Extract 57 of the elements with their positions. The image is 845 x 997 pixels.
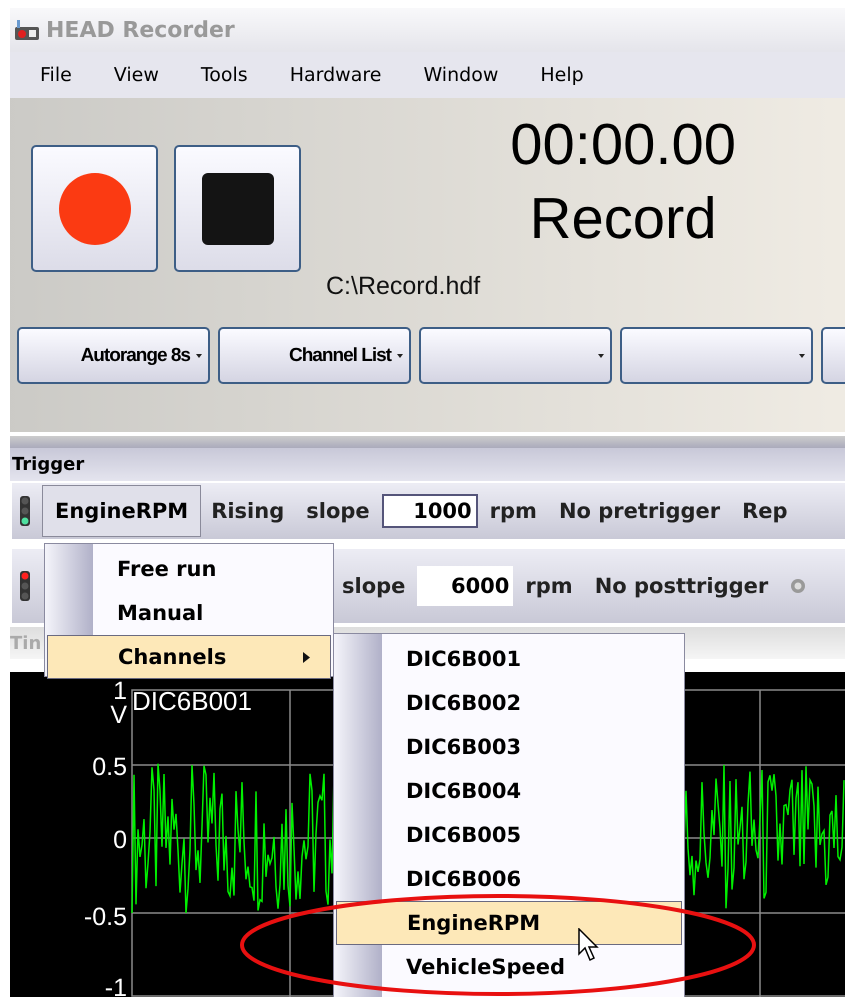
menu-item[interactable]: Help [540, 64, 584, 86]
menu-item[interactable]: Hardware [290, 64, 382, 86]
threshold-field[interactable]: 1000 [382, 494, 478, 528]
menu-item[interactable]: DIC6B004 [336, 769, 682, 813]
traffic-light-icon [20, 496, 30, 526]
unit-label: rpm [490, 499, 537, 523]
menu-item[interactable]: DIC6B001 [336, 637, 682, 681]
trigger-channel-button[interactable]: EngineRPM [42, 485, 202, 537]
timer: 00:00.00 [510, 111, 736, 179]
dropdown-button[interactable] [620, 327, 813, 384]
threshold-field[interactable]: 6000 [417, 566, 514, 606]
dropdown-button[interactable]: Channel List [218, 327, 411, 384]
mouse-cursor-icon [578, 928, 600, 962]
edge-label: Rising [211, 499, 284, 523]
axis-label: 1 [113, 678, 127, 704]
record-button[interactable] [31, 145, 158, 272]
stop-button[interactable] [174, 145, 301, 272]
menu-item[interactable]: Channels [47, 635, 331, 679]
axis-label: 0 [113, 827, 127, 853]
menu-item[interactable]: View [114, 64, 159, 86]
menu-item[interactable]: Window [423, 64, 498, 86]
menu-item[interactable]: Free run [47, 547, 331, 591]
slope-label: slope [306, 499, 370, 523]
menu-item[interactable]: EngineRPM [336, 901, 682, 945]
caret-icon [598, 354, 604, 358]
axis-label: V [110, 702, 127, 728]
stop-icon [200, 172, 274, 246]
menu-item[interactable]: DIC6B002 [336, 681, 682, 725]
window-title: HEAD Recorder [46, 18, 235, 42]
trigger-mode-label: No pretrigger [558, 499, 720, 523]
unit-label: rpm [525, 574, 573, 598]
caret-icon [196, 354, 202, 358]
channel-label: DIC6B001 [132, 686, 252, 717]
trigger-title: Trigger [10, 448, 845, 481]
axis-label: 0.5 [92, 754, 127, 780]
menu-item[interactable]: Manual [47, 591, 331, 635]
plot-title: Tin [10, 632, 42, 654]
axis-label: -1 [104, 975, 127, 997]
menu-item[interactable]: Tools [200, 64, 248, 86]
trigger-mode-label: No posttrigger [594, 574, 768, 598]
caret-icon [397, 354, 403, 358]
app-icon [14, 19, 40, 41]
dropdown-button[interactable] [419, 327, 612, 384]
traffic-light-icon [20, 571, 30, 601]
menu-item[interactable]: File [40, 64, 72, 86]
menu-item[interactable]: DIC6B005 [336, 813, 682, 857]
menu-item[interactable]: VehicleSpeed [336, 945, 682, 989]
record-icon [58, 172, 132, 246]
file-path: C:\Record.hdf [326, 272, 480, 301]
record-status: Record [530, 185, 717, 253]
dropdown-button[interactable]: Autorange 8s [17, 327, 210, 384]
repeat-label: Rep [742, 499, 788, 523]
slope-label: slope [342, 574, 406, 598]
axis-label: -0.5 [84, 904, 127, 930]
menu-item[interactable]: DIC6B003 [336, 725, 682, 769]
menu-item[interactable]: DIC6B006 [336, 857, 682, 901]
caret-icon [799, 354, 805, 358]
